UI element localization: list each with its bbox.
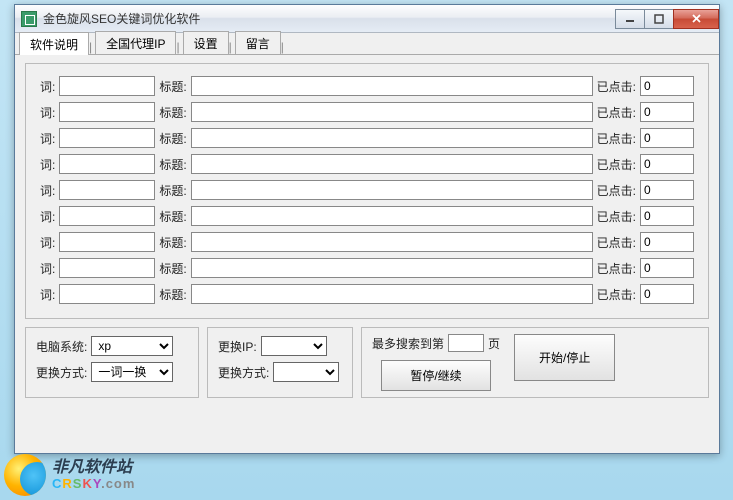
system-group: 电脑系统: xp 更换方式: 一词一换 — [25, 327, 199, 398]
clicked-input[interactable] — [640, 284, 694, 304]
window-controls — [616, 9, 719, 29]
word-input[interactable] — [59, 206, 155, 226]
keyword-row: 词: 标题: 已点击: — [40, 180, 694, 200]
title-input[interactable] — [191, 232, 593, 252]
keyword-row: 词: 标题: 已点击: — [40, 232, 694, 252]
ip-method-select[interactable] — [273, 362, 339, 382]
watermark-cn: 非凡软件站 — [52, 459, 135, 477]
tab-settings[interactable]: 设置 — [183, 31, 229, 54]
change-ip-label: 更换IP: — [218, 338, 257, 355]
clicked-label: 已点击: — [597, 208, 636, 225]
clicked-input[interactable] — [640, 206, 694, 226]
max-search-label-pre: 最多搜索到第 — [372, 335, 444, 352]
keyword-row: 词: 标题: 已点击: — [40, 206, 694, 226]
word-input[interactable] — [59, 154, 155, 174]
close-button[interactable] — [673, 9, 719, 29]
tab-message[interactable]: 留言 — [235, 31, 281, 54]
app-window: 金色旋风SEO关键词优化软件 软件说明 | 全国代理IP | 设置 | 留言 |… — [14, 4, 720, 454]
app-icon — [21, 11, 37, 27]
switch-mode-select[interactable]: 一词一换 — [91, 362, 173, 382]
clicked-label: 已点击: — [597, 260, 636, 277]
word-label: 词: — [40, 156, 55, 173]
clicked-input[interactable] — [640, 258, 694, 278]
word-label: 词: — [40, 130, 55, 147]
title-input[interactable] — [191, 284, 593, 304]
clicked-label: 已点击: — [597, 104, 636, 121]
clicked-label: 已点击: — [597, 234, 636, 251]
title-label: 标题: — [159, 130, 186, 147]
clicked-label: 已点击: — [597, 286, 636, 303]
pause-resume-button[interactable]: 暂停/继续 — [381, 360, 491, 391]
content-area: 词: 标题: 已点击: 词: 标题: 已点击: 词: 标题: 已点击: 词: 标题: 已点击: 词: 标题… — [15, 55, 719, 406]
keyword-row: 词: 标题: 已点击: — [40, 258, 694, 278]
clicked-input[interactable] — [640, 154, 694, 174]
word-label: 词: — [40, 78, 55, 95]
tab-software-info[interactable]: 软件说明 — [19, 32, 89, 55]
clicked-input[interactable] — [640, 180, 694, 200]
title-input[interactable] — [191, 180, 593, 200]
clicked-label: 已点击: — [597, 182, 636, 199]
keyword-row: 词: 标题: 已点击: — [40, 102, 694, 122]
clicked-label: 已点击: — [597, 130, 636, 147]
title-label: 标题: — [159, 104, 186, 121]
action-group: 最多搜索到第 页 暂停/继续 开始/停止 — [361, 327, 709, 398]
word-input[interactable] — [59, 232, 155, 252]
title-input[interactable] — [191, 258, 593, 278]
word-input[interactable] — [59, 76, 155, 96]
word-input[interactable] — [59, 128, 155, 148]
title-input[interactable] — [191, 102, 593, 122]
title-input[interactable] — [191, 206, 593, 226]
title-label: 标题: — [159, 182, 186, 199]
keywords-panel: 词: 标题: 已点击: 词: 标题: 已点击: 词: 标题: 已点击: 词: 标题: 已点击: 词: 标题… — [25, 63, 709, 319]
clicked-input[interactable] — [640, 232, 694, 252]
tab-bar: 软件说明 | 全国代理IP | 设置 | 留言 | — [15, 33, 719, 55]
switch-mode-label: 更换方式: — [36, 364, 87, 381]
watermark-icon — [4, 454, 46, 496]
title-input[interactable] — [191, 154, 593, 174]
minimize-button[interactable] — [615, 9, 645, 29]
max-search-input[interactable] — [448, 334, 484, 352]
titlebar[interactable]: 金色旋风SEO关键词优化软件 — [15, 5, 719, 33]
window-title: 金色旋风SEO关键词优化软件 — [43, 10, 200, 27]
os-select[interactable]: xp — [91, 336, 173, 356]
word-input[interactable] — [59, 180, 155, 200]
keyword-row: 词: 标题: 已点击: — [40, 284, 694, 304]
word-label: 词: — [40, 182, 55, 199]
word-label: 词: — [40, 234, 55, 251]
word-input[interactable] — [59, 258, 155, 278]
word-label: 词: — [40, 260, 55, 277]
keyword-row: 词: 标题: 已点击: — [40, 76, 694, 96]
clicked-label: 已点击: — [597, 78, 636, 95]
maximize-button[interactable] — [644, 9, 674, 29]
word-label: 词: — [40, 286, 55, 303]
keyword-row: 词: 标题: 已点击: — [40, 128, 694, 148]
max-search-label-post: 页 — [488, 335, 500, 352]
clicked-input[interactable] — [640, 128, 694, 148]
bottom-controls: 电脑系统: xp 更换方式: 一词一换 更换IP: 更换方式: — [25, 327, 709, 398]
word-input[interactable] — [59, 284, 155, 304]
word-label: 词: — [40, 208, 55, 225]
title-label: 标题: — [159, 156, 186, 173]
title-label: 标题: — [159, 78, 186, 95]
watermark: 非凡软件站 CRSKY.com — [4, 454, 135, 496]
ip-method-label: 更换方式: — [218, 364, 269, 381]
clicked-label: 已点击: — [597, 156, 636, 173]
start-stop-button[interactable]: 开始/停止 — [514, 334, 615, 381]
keyword-row: 词: 标题: 已点击: — [40, 154, 694, 174]
change-ip-select[interactable] — [261, 336, 327, 356]
title-label: 标题: — [159, 234, 186, 251]
title-label: 标题: — [159, 260, 186, 277]
word-input[interactable] — [59, 102, 155, 122]
clicked-input[interactable] — [640, 102, 694, 122]
title-input[interactable] — [191, 76, 593, 96]
tab-proxy-ip[interactable]: 全国代理IP — [95, 31, 176, 54]
title-label: 标题: — [159, 286, 186, 303]
os-label: 电脑系统: — [36, 338, 87, 355]
title-label: 标题: — [159, 208, 186, 225]
title-input[interactable] — [191, 128, 593, 148]
word-label: 词: — [40, 104, 55, 121]
clicked-input[interactable] — [640, 76, 694, 96]
ip-group: 更换IP: 更换方式: — [207, 327, 353, 398]
watermark-en: CRSKY.com — [52, 477, 135, 491]
